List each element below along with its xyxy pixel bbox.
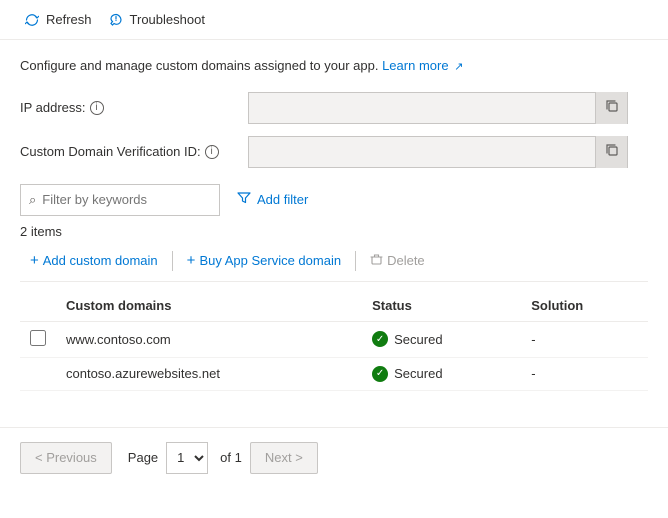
next-button[interactable]: Next > xyxy=(250,442,318,474)
verification-id-input-wrap xyxy=(248,136,628,168)
filter-search-icon: ⌕ xyxy=(29,192,36,208)
ip-address-input[interactable] xyxy=(249,100,595,115)
next-label: Next > xyxy=(265,450,303,465)
status-badge: ✓ Secured xyxy=(372,366,511,382)
action-divider-1 xyxy=(172,251,173,271)
previous-button[interactable]: < Previous xyxy=(20,442,112,474)
ip-address-label: IP address: i xyxy=(20,100,240,115)
delete-label: Delete xyxy=(387,253,425,268)
page-of-label: of 1 xyxy=(220,450,242,465)
col-header-custom-domains: Custom domains xyxy=(56,290,362,322)
verification-id-row: Custom Domain Verification ID: i xyxy=(20,136,648,168)
status-badge: ✓ Secured xyxy=(372,331,511,347)
previous-label: < Previous xyxy=(35,450,97,465)
buy-app-service-domain-button[interactable]: + Buy App Service domain xyxy=(177,249,351,272)
verification-id-info-icon[interactable]: i xyxy=(205,145,219,159)
domain-table: Custom domains Status Solution www.conto… xyxy=(20,290,648,391)
page-label: Page xyxy=(128,450,158,465)
filter-row: ⌕ Add filter xyxy=(20,184,648,216)
row-solution: - xyxy=(521,321,648,357)
row-domain: www.contoso.com xyxy=(56,321,362,357)
copy-icon-2 xyxy=(605,143,619,160)
verification-id-copy-button[interactable] xyxy=(595,136,627,168)
table-row: contoso.azurewebsites.net ✓ Secured - xyxy=(20,357,648,390)
table-header-row: Custom domains Status Solution xyxy=(20,290,648,322)
verification-id-label: Custom Domain Verification ID: i xyxy=(20,144,240,159)
troubleshoot-button[interactable]: Troubleshoot xyxy=(100,8,213,32)
buy-app-service-domain-label: Buy App Service domain xyxy=(199,253,341,268)
refresh-icon xyxy=(24,12,40,28)
items-count: 2 items xyxy=(20,224,648,239)
secured-icon: ✓ xyxy=(372,366,388,382)
content-area: Configure and manage custom domains assi… xyxy=(0,40,668,407)
row-checkbox-cell xyxy=(20,321,56,357)
copy-icon xyxy=(605,99,619,116)
page-select[interactable]: 1 xyxy=(166,442,208,474)
row-status: ✓ Secured xyxy=(362,357,521,390)
verification-id-input[interactable] xyxy=(249,144,595,159)
status-text: Secured xyxy=(394,366,442,381)
row-status: ✓ Secured xyxy=(362,321,521,357)
buy-domain-icon: + xyxy=(187,253,196,268)
action-bar: + Add custom domain + Buy App Service do… xyxy=(20,249,648,282)
external-link-icon: ↗ xyxy=(454,61,463,73)
add-custom-domain-icon: + xyxy=(30,253,39,268)
learn-more-link[interactable]: Learn more ↗ xyxy=(382,58,463,73)
refresh-label: Refresh xyxy=(46,12,92,27)
col-header-status: Status xyxy=(362,290,521,322)
col-header-checkbox xyxy=(20,290,56,322)
ip-address-copy-button[interactable] xyxy=(595,92,627,124)
status-text: Secured xyxy=(394,332,442,347)
row-checkbox[interactable] xyxy=(30,330,46,346)
add-custom-domain-button[interactable]: + Add custom domain xyxy=(20,249,168,272)
secured-icon: ✓ xyxy=(372,331,388,347)
troubleshoot-icon xyxy=(108,12,124,28)
add-filter-button[interactable]: Add filter xyxy=(228,184,317,216)
refresh-button[interactable]: Refresh xyxy=(16,8,100,32)
add-filter-label: Add filter xyxy=(257,192,308,207)
row-domain: contoso.azurewebsites.net xyxy=(56,357,362,390)
troubleshoot-label: Troubleshoot xyxy=(130,12,205,27)
description-text: Configure and manage custom domains assi… xyxy=(20,56,648,76)
filter-input[interactable] xyxy=(42,192,218,207)
toolbar: Refresh Troubleshoot xyxy=(0,0,668,40)
filter-icon xyxy=(237,191,251,208)
ip-address-row: IP address: i xyxy=(20,92,648,124)
filter-input-wrap: ⌕ xyxy=(20,184,220,216)
row-checkbox-cell xyxy=(20,357,56,390)
delete-icon xyxy=(370,253,383,269)
ip-address-info-icon[interactable]: i xyxy=(90,101,104,115)
action-divider-2 xyxy=(355,251,356,271)
table-row: www.contoso.com ✓ Secured - xyxy=(20,321,648,357)
col-header-solution: Solution xyxy=(521,290,648,322)
row-solution: - xyxy=(521,357,648,390)
delete-button[interactable]: Delete xyxy=(360,249,435,273)
add-custom-domain-label: Add custom domain xyxy=(43,253,158,268)
pagination: < Previous Page 1 of 1 Next > xyxy=(0,427,668,488)
ip-address-input-wrap xyxy=(248,92,628,124)
